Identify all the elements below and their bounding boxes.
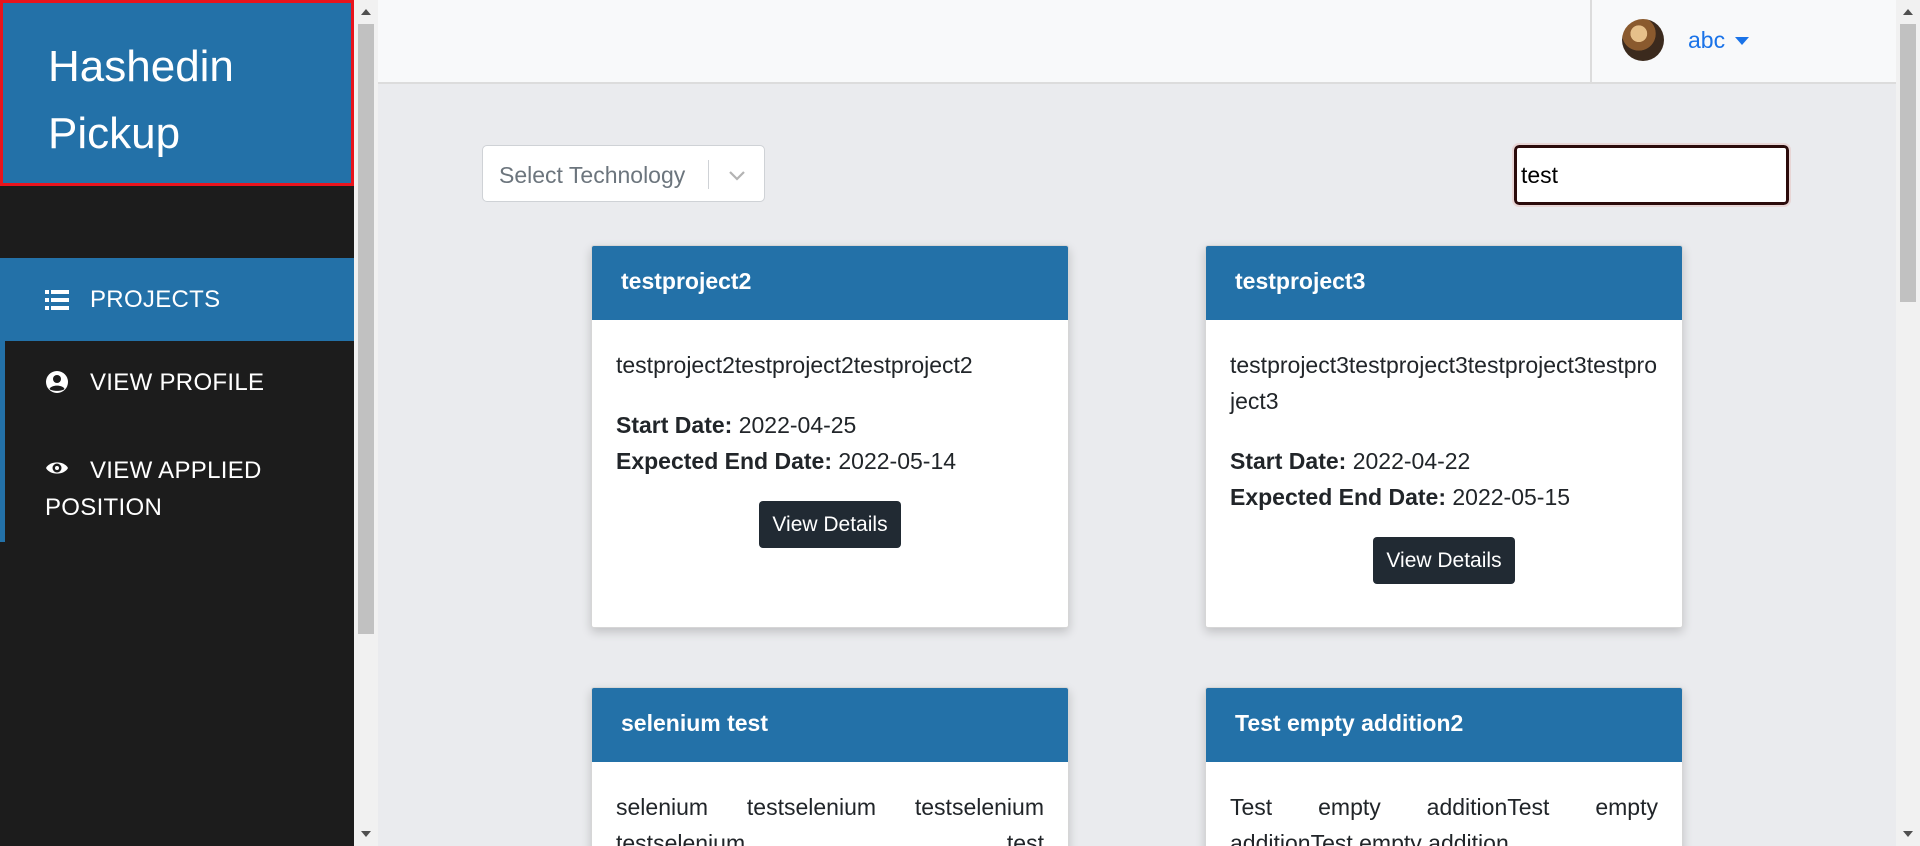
end-date-label: Expected End Date: (616, 448, 832, 474)
avatar[interactable] (1622, 19, 1664, 61)
scroll-up-icon[interactable] (1903, 9, 1913, 15)
start-date-label: Start Date: (616, 412, 733, 438)
scroll-up-icon[interactable] (361, 9, 371, 15)
view-details-button[interactable]: View Details (1373, 537, 1515, 584)
brand-title: Hashedin Pickup (48, 42, 234, 158)
sidebar-item-label: PROJECTS (90, 286, 221, 313)
sidebar-item-view-applied-position[interactable]: VIEW APPLIED POSITION (0, 424, 354, 542)
project-card-description: testproject3testproject3testproject3test… (1230, 352, 1658, 414)
user-circle-icon (46, 371, 68, 393)
start-date-value: 2022-04-25 (738, 412, 857, 438)
end-date-value: 2022-05-14 (838, 448, 957, 474)
sidebar-scrollbar[interactable] (354, 0, 378, 846)
page-scrollbar[interactable] (1896, 0, 1920, 846)
project-card-title: testproject2 (592, 246, 1068, 320)
scrollbar-thumb[interactable] (358, 24, 374, 634)
technology-select[interactable]: Select Technology (482, 145, 765, 202)
caret-down-icon[interactable] (1735, 37, 1749, 45)
project-card: selenium test selenium testselenium test… (591, 687, 1069, 846)
project-card-description: testproject2testproject2testproject2 (616, 352, 973, 378)
scroll-down-icon[interactable] (361, 831, 371, 837)
start-date-row: Start Date: 2022-04-25 (616, 407, 1044, 443)
project-card-description: Test empty additionTest empty additionTe… (1230, 794, 1658, 846)
start-date-row: Start Date: 2022-04-22 (1230, 443, 1658, 479)
sidebar-item-view-profile[interactable]: VIEW PROFILE (0, 341, 354, 424)
project-card: testproject3 testproject3testproject3tes… (1205, 245, 1683, 628)
user-menu-toggle[interactable]: abc (1688, 27, 1725, 54)
end-date-label: Expected End Date: (1230, 484, 1446, 510)
brand-block[interactable]: Hashedin Pickup (0, 0, 354, 186)
sidebar-item-label: VIEW PROFILE (90, 369, 265, 396)
end-date-row: Expected End Date: 2022-05-14 (616, 443, 1044, 479)
project-card-description: selenium testselenium testselenium tests… (616, 794, 1044, 846)
project-card-title: Test empty addition2 (1206, 688, 1682, 762)
list-icon (45, 290, 69, 310)
project-card-title: selenium test (592, 688, 1068, 762)
end-date-value: 2022-05-15 (1452, 484, 1571, 510)
top-navbar (378, 0, 1896, 84)
navbar-divider (1590, 0, 1592, 84)
technology-select-placeholder: Select Technology (499, 162, 686, 188)
start-date-label: Start Date: (1230, 448, 1347, 474)
view-details-button[interactable]: View Details (759, 501, 901, 548)
search-input[interactable] (1512, 143, 1791, 207)
sidebar-item-label: VIEW APPLIED POSITION (45, 457, 262, 521)
end-date-row: Expected End Date: 2022-05-15 (1230, 479, 1658, 515)
select-separator (708, 160, 709, 189)
start-date-value: 2022-04-22 (1352, 448, 1471, 474)
sidebar-item-projects[interactable]: PROJECTS (0, 258, 354, 341)
scrollbar-thumb[interactable] (1900, 24, 1916, 302)
project-card-title: testproject3 (1206, 246, 1682, 320)
scroll-down-icon[interactable] (1903, 831, 1913, 837)
sidebar: Hashedin Pickup PROJECTS VIEW PROFILE VI… (0, 0, 354, 846)
project-card: Test empty addition2 Test empty addition… (1205, 687, 1683, 846)
project-card: testproject2 testproject2testproject2tes… (591, 245, 1069, 628)
chevron-down-icon[interactable] (727, 165, 747, 185)
